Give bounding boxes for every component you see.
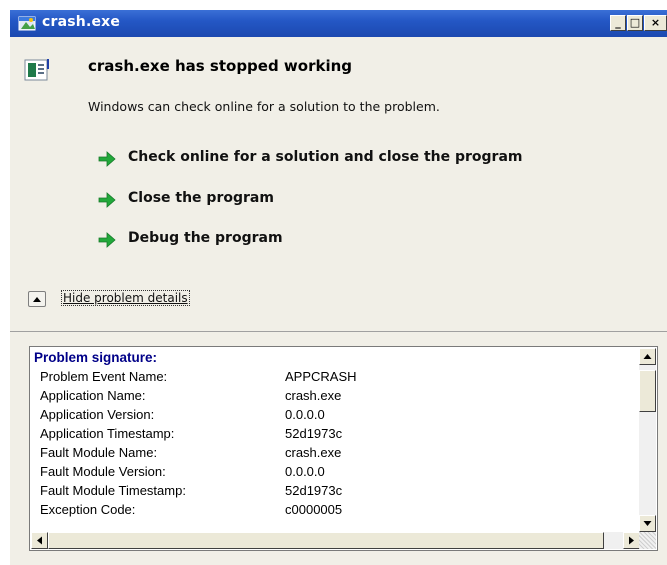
dialog-content: crash.exe has stopped working Windows ca… <box>10 37 667 565</box>
green-arrow-icon <box>98 151 116 167</box>
detail-value: crash.exe <box>285 445 342 460</box>
problem-details-text: Problem signature: Problem Event Name: A… <box>34 350 634 532</box>
resize-grip[interactable] <box>639 532 656 549</box>
arrow-left-icon <box>37 536 42 545</box>
detail-row: Fault Module Name: crash.exe <box>40 445 630 463</box>
detail-value: crash.exe <box>285 388 342 403</box>
detail-value: 0.0.0.0 <box>285 407 325 422</box>
maximize-button[interactable]: □ <box>627 15 643 31</box>
vertical-scroll-thumb[interactable] <box>639 370 656 412</box>
close-button[interactable]: × <box>644 15 667 31</box>
error-report-icon <box>24 58 50 82</box>
arrow-down-icon <box>643 521 652 526</box>
detail-row: Application Version: 0.0.0.0 <box>40 407 630 425</box>
action-label: Close the program <box>128 190 274 206</box>
horizontal-scrollbar[interactable] <box>31 532 640 549</box>
detail-value: 52d1973c <box>285 426 343 441</box>
error-dialog-window: crash.exe _ □ × crash.exe has stopped wo… <box>10 10 667 565</box>
collapse-up-icon <box>29 292 45 306</box>
minimize-button[interactable]: _ <box>610 15 626 31</box>
details-toggle-button[interactable] <box>28 291 46 307</box>
scroll-right-button[interactable] <box>623 532 640 549</box>
detail-row: Exception Code: c0000005 <box>40 502 630 520</box>
problem-details-textbox[interactable]: Problem signature: Problem Event Name: A… <box>29 346 658 551</box>
detail-key: Fault Module Version: <box>40 464 166 479</box>
detail-key: Fault Module Name: <box>40 445 158 460</box>
action-label: Check online for a solution and close th… <box>128 149 523 165</box>
app-icon <box>18 15 36 31</box>
green-arrow-icon <box>98 232 116 248</box>
green-arrow-icon <box>98 192 116 208</box>
divider <box>10 331 667 332</box>
detail-row: Fault Module Timestamp: 52d1973c <box>40 483 630 501</box>
dialog-description: Windows can check online for a solution … <box>88 99 440 114</box>
detail-key: Application Name: <box>40 388 146 403</box>
detail-value: 0.0.0.0 <box>285 464 325 479</box>
detail-key: Application Timestamp: <box>40 426 175 441</box>
vertical-scrollbar[interactable] <box>639 348 656 532</box>
details-toggle-link[interactable]: Hide problem details <box>61 290 190 306</box>
problem-signature-title: Problem signature: <box>34 350 158 365</box>
detail-key: Problem Event Name: <box>40 369 168 384</box>
dialog-heading: crash.exe has stopped working <box>88 57 353 75</box>
scroll-down-button[interactable] <box>639 515 656 532</box>
detail-key: Exception Code: <box>40 502 136 517</box>
scroll-up-button[interactable] <box>639 348 656 365</box>
detail-value: c0000005 <box>285 502 343 517</box>
detail-row: Problem Event Name: APPCRASH <box>40 369 630 387</box>
detail-value: APPCRASH <box>285 369 357 384</box>
title-bar[interactable]: crash.exe _ □ × <box>10 10 667 37</box>
arrow-right-icon <box>629 536 634 545</box>
detail-row: Application Name: crash.exe <box>40 388 630 406</box>
scroll-left-button[interactable] <box>31 532 48 549</box>
detail-row: Fault Module Version: 0.0.0.0 <box>40 464 630 482</box>
detail-value: 52d1973c <box>285 483 343 498</box>
window-title: crash.exe <box>42 14 121 30</box>
detail-key: Fault Module Timestamp: <box>40 483 186 498</box>
action-label: Debug the program <box>128 230 283 246</box>
horizontal-scroll-thumb[interactable] <box>48 532 604 549</box>
detail-key: Application Version: <box>40 407 155 422</box>
arrow-up-icon <box>643 354 652 359</box>
detail-row: Application Timestamp: 52d1973c <box>40 426 630 444</box>
